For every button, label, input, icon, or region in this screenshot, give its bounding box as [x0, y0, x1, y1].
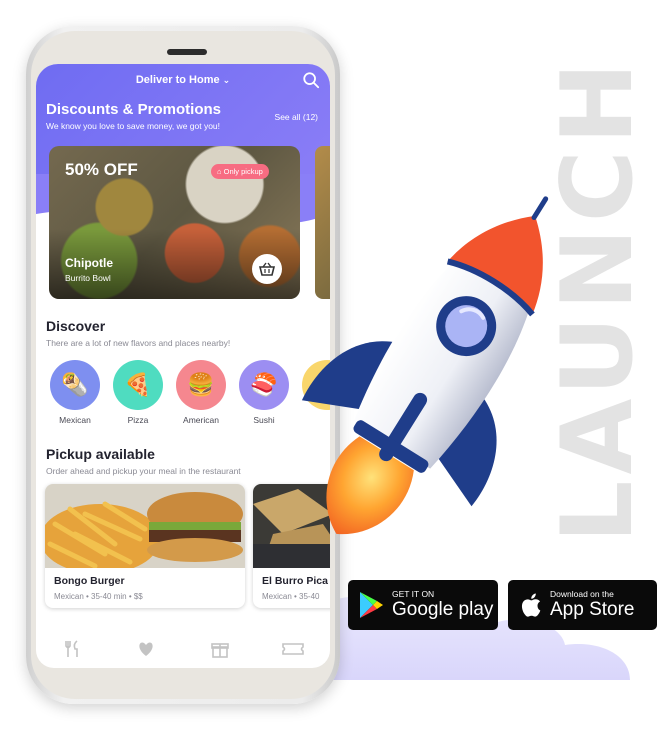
rocket-illustration [301, 196, 549, 535]
restaurant-card-bongo-burger[interactable]: Bongo Burger Mexican • 35-40 min • $$ [45, 484, 245, 608]
promotions-title: Discounts & Promotions [46, 101, 222, 118]
restaurant-meta: Mexican • 35-40 [262, 592, 320, 601]
speaker-grille [167, 49, 207, 55]
see-all-link[interactable]: See all (12) [275, 112, 318, 122]
gift-icon[interactable] [205, 637, 235, 661]
basket-icon [259, 262, 275, 276]
discount-label: 50% OFF [65, 160, 138, 179]
restaurant-name: Chipotle [65, 256, 113, 270]
app-store-badge[interactable]: Download on the App Store [508, 580, 657, 630]
restaurant-meta: Mexican • 35-40 min • $$ [54, 592, 143, 601]
bottom-tab-bar [36, 629, 330, 668]
ticket-icon[interactable] [278, 637, 308, 661]
burger-fries-photo [45, 484, 245, 574]
fork-knife-icon[interactable] [58, 637, 88, 661]
heart-icon[interactable] [131, 637, 161, 661]
apple-icon [521, 593, 541, 617]
tag-icon: ⌂ [217, 167, 224, 176]
category-label: American [183, 415, 219, 425]
pizza-icon: 🍕 [113, 360, 163, 410]
burger-icon: 🍔 [176, 360, 226, 410]
apple-badge-line2: App Store [550, 599, 635, 620]
google-badge-line1: GET IT ON [392, 589, 435, 599]
restaurant-name: El Burro Pica [262, 575, 328, 587]
promo-card-chipotle[interactable]: 50% OFF ⌂ Only pickup Chipotle Burrito B… [49, 146, 300, 299]
category-label: Mexican [59, 415, 91, 425]
basket-button[interactable] [252, 254, 282, 284]
burrito-icon: 🌯 [50, 360, 100, 410]
google-badge-line2: Google play [392, 599, 494, 620]
discover-subtitle: There are a lot of new flavors and place… [46, 338, 231, 348]
chevron-down-icon: ⌄ [222, 75, 231, 85]
pickup-title: Pickup available [46, 446, 155, 462]
category-label: Pizza [127, 415, 149, 425]
badge-label: Only pickup [223, 167, 263, 176]
category-label: Sushi [253, 415, 275, 425]
search-icon[interactable] [302, 71, 320, 89]
category-american[interactable]: 🍔 American [174, 360, 228, 425]
deliver-to-selector[interactable]: Deliver to Home ⌄ [36, 74, 330, 86]
apple-badge-line1: Download on the [550, 589, 614, 599]
pickup-subtitle: Order ahead and pickup your meal in the … [46, 466, 241, 476]
dish-name: Burrito Bowl [65, 273, 111, 283]
category-mexican[interactable]: 🌯 Mexican [48, 360, 102, 425]
restaurant-name: Bongo Burger [54, 575, 125, 587]
promotions-subtitle: We know you love to save money, we got y… [46, 121, 221, 131]
discover-title: Discover [46, 318, 106, 334]
deliver-label: Deliver to Home [135, 74, 220, 86]
category-sushi[interactable]: 🍣 Sushi [237, 360, 291, 425]
category-pizza[interactable]: 🍕 Pizza [111, 360, 165, 425]
google-play-badge[interactable]: GET IT ON Google play [348, 580, 498, 630]
sushi-icon: 🍣 [239, 360, 289, 410]
google-play-icon [360, 592, 383, 618]
only-pickup-badge: ⌂ Only pickup [211, 164, 269, 179]
